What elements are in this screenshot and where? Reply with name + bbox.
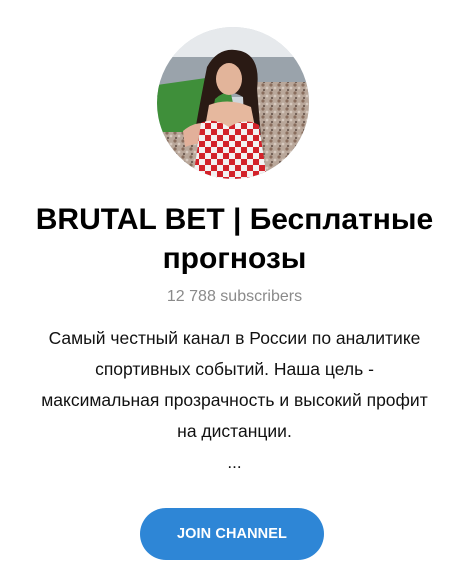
description-line-1: Самый честный канал в России по аналитик…: [48, 328, 421, 348]
description-line-2: спортивных событий. Наша цель -: [95, 359, 374, 379]
description-line-3: максимальная прозрачность и высокий проф…: [41, 390, 428, 410]
channel-avatar[interactable]: [157, 27, 309, 179]
channel-title: BRUTAL BET | Бесплатные прогнозы: [0, 200, 469, 278]
channel-description: Самый честный канал в России по аналитик…: [0, 323, 469, 447]
subscriber-count: 12 788 subscribers: [166, 288, 303, 305]
channel-title-line-1: BRUTAL BET | Бесплатные: [35, 203, 434, 236]
channel-card: BRUTAL BET | Бесплатные прогнозы 12 788 …: [0, 0, 469, 578]
description-line-4: на дистанции.: [177, 421, 292, 441]
description-more: ...: [227, 453, 242, 472]
channel-title-line-2: прогнозы: [162, 242, 307, 275]
join-channel-button[interactable]: JOIN CHANNEL: [140, 508, 324, 560]
avatar-photo-icon: [157, 27, 309, 179]
